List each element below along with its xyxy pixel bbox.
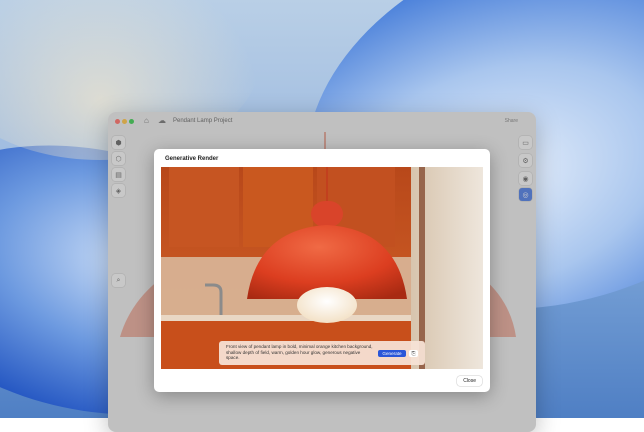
copy-icon: ⎘ — [411, 350, 416, 357]
close-button[interactable]: Close — [457, 376, 482, 386]
generate-button[interactable]: Generate — [378, 350, 406, 357]
lamp-stem — [311, 201, 343, 227]
prompt-bar: Front view of pendant lamp in bold, mini… — [219, 341, 425, 365]
dialog-title: Generative Render — [165, 156, 219, 162]
copy-button[interactable]: ⎘ — [409, 350, 418, 357]
countertop — [161, 315, 411, 321]
rendered-image: Front view of pendant lamp in bold, mini… — [161, 167, 483, 369]
prompt-input[interactable]: Front view of pendant lamp in bold, mini… — [226, 344, 374, 361]
window-frame — [419, 167, 425, 369]
render-illustration — [161, 167, 483, 369]
upper-cabinet — [169, 167, 239, 247]
generative-render-dialog: Generative Render Front view of pendant … — [154, 149, 490, 392]
lamp-bulb — [297, 287, 357, 323]
